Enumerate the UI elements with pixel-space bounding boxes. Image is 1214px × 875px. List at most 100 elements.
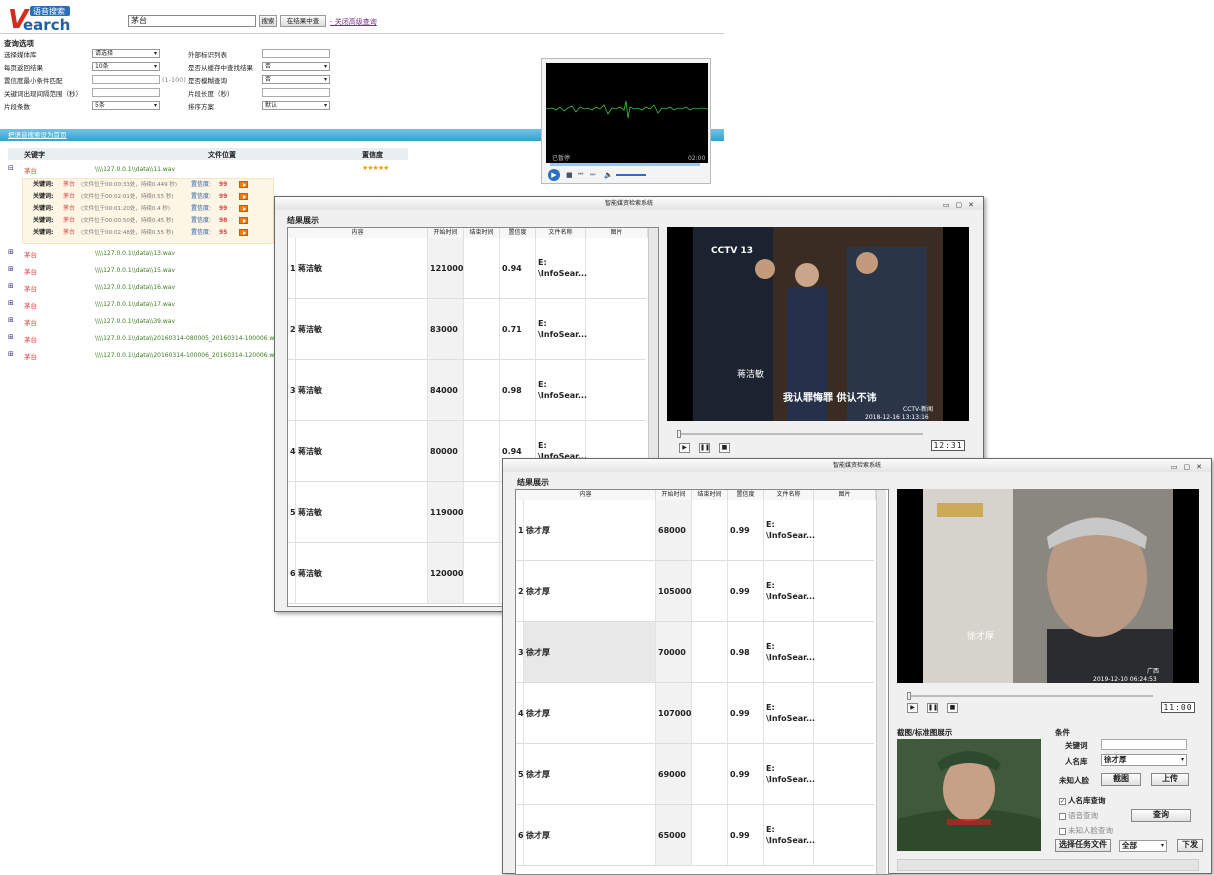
row-thumbnail[interactable] bbox=[815, 563, 873, 620]
row-content[interactable]: 蒋洁敏 bbox=[296, 360, 428, 420]
play-hit-icon[interactable] bbox=[239, 229, 248, 236]
play-icon[interactable]: ▶ bbox=[907, 703, 918, 713]
result-path[interactable]: \\\\127.0.0.1\\data\\16.wav bbox=[95, 284, 175, 291]
result-path[interactable]: \\\\127.0.0.1\\data\\20160314-080005_201… bbox=[95, 335, 278, 342]
result-keyword[interactable]: 茅台 bbox=[24, 334, 37, 344]
row-content[interactable]: 徐才厚 bbox=[524, 805, 656, 865]
row-content[interactable]: 徐才厚 bbox=[524, 500, 656, 560]
table-row[interactable]: 4 徐才厚 107000 0.99 E: \InfoSear... bbox=[516, 683, 874, 744]
table-row[interactable]: 5 徐才厚 69000 0.99 E: \InfoSear... bbox=[516, 744, 874, 805]
screenshot-button[interactable]: 截图 bbox=[1101, 773, 1141, 786]
volume-slider[interactable] bbox=[616, 174, 646, 176]
result-keyword[interactable]: 茅台 bbox=[24, 249, 37, 259]
hit-keyword[interactable]: 茅台 bbox=[63, 191, 75, 203]
result-path[interactable]: \\\\127.0.0.1\\data\\15.wav bbox=[95, 267, 175, 274]
upload-button[interactable]: 上传 bbox=[1151, 773, 1189, 786]
play-hit-icon[interactable] bbox=[239, 217, 248, 224]
prev-icon[interactable]: ⏮ bbox=[578, 171, 583, 179]
fuzzy-select[interactable]: 否 bbox=[262, 75, 330, 84]
col-start-time[interactable]: 开始时间 bbox=[428, 228, 464, 238]
audio-seek-bar[interactable] bbox=[550, 163, 700, 166]
result-keyword[interactable]: 茅台 bbox=[24, 283, 37, 293]
table-row[interactable]: 1 徐才厚 68000 0.99 E: \InfoSear... bbox=[516, 500, 874, 561]
col-content[interactable]: 内容 bbox=[516, 490, 656, 500]
col-content[interactable]: 内容 bbox=[288, 228, 428, 238]
row-content[interactable]: 蒋洁敏 bbox=[296, 299, 428, 359]
scope-select[interactable]: 全部 bbox=[1119, 840, 1167, 852]
collapse-icon[interactable]: ⊟ bbox=[8, 164, 14, 172]
close-advanced-search-link[interactable]: - 关闭高级查询 bbox=[330, 17, 377, 27]
expand-icon[interactable]: ⊞ bbox=[8, 333, 14, 341]
play-hit-icon[interactable] bbox=[239, 181, 248, 188]
row-thumbnail[interactable] bbox=[815, 502, 873, 559]
pause-icon[interactable]: ❚❚ bbox=[699, 443, 710, 453]
unknown-face-query-checkbox[interactable] bbox=[1059, 827, 1066, 835]
search-input[interactable]: 茅台 bbox=[128, 15, 256, 27]
volume-icon[interactable]: 🔈 bbox=[604, 171, 613, 179]
col-file-name[interactable]: 文件名称 bbox=[764, 490, 814, 500]
segment-length-input[interactable] bbox=[262, 88, 330, 97]
row-thumbnail[interactable] bbox=[815, 807, 873, 864]
query-button[interactable]: 查询 bbox=[1131, 809, 1191, 822]
col-image[interactable]: 图片 bbox=[586, 228, 648, 238]
interval-input[interactable] bbox=[92, 88, 160, 97]
table-row[interactable]: 2 蒋洁敏 83000 0.71 E: \InfoSear... bbox=[288, 299, 646, 360]
min-confidence-input[interactable] bbox=[92, 75, 160, 84]
table-scrollbar[interactable] bbox=[876, 490, 886, 874]
table-row[interactable]: 3 蒋洁敏 84000 0.98 E: \InfoSear... bbox=[288, 360, 646, 421]
row-thumbnail[interactable] bbox=[815, 624, 873, 681]
row-thumbnail[interactable] bbox=[815, 746, 873, 803]
col-file-name[interactable]: 文件名称 bbox=[536, 228, 586, 238]
stop-icon[interactable]: ■ bbox=[566, 171, 573, 179]
media-lib-select[interactable]: 请选择 bbox=[92, 49, 160, 58]
keyword-input[interactable] bbox=[1101, 739, 1187, 750]
col-image[interactable]: 图片 bbox=[814, 490, 876, 500]
row-content[interactable]: 徐才厚 bbox=[524, 622, 656, 682]
row-thumbnail[interactable] bbox=[587, 240, 645, 297]
result-keyword[interactable]: 茅台 bbox=[24, 351, 37, 361]
play-hit-icon[interactable] bbox=[239, 205, 248, 212]
table-row[interactable]: 3 徐才厚 70000 0.98 E: \InfoSear... bbox=[516, 622, 874, 683]
play-icon[interactable]: ▶ bbox=[548, 169, 560, 181]
search-in-results-button[interactable]: 在结果中查 bbox=[280, 15, 326, 27]
sort-select[interactable]: 默认 bbox=[262, 101, 330, 110]
expand-icon[interactable]: ⊞ bbox=[8, 265, 14, 273]
pause-icon[interactable]: ❚❚ bbox=[927, 703, 938, 713]
col-end-time[interactable]: 结束时间 bbox=[692, 490, 728, 500]
table-row[interactable]: 1 蒋洁敏 121000 0.94 E: \InfoSear... bbox=[288, 238, 646, 299]
window2-seek-bar[interactable] bbox=[909, 695, 1153, 697]
row-content[interactable]: 徐才厚 bbox=[524, 683, 656, 743]
hit-keyword[interactable]: 茅台 bbox=[63, 203, 75, 215]
result-keyword[interactable]: 茅台 bbox=[24, 165, 37, 175]
table-row[interactable]: 6 徐才厚 65000 0.99 E: \InfoSear... bbox=[516, 805, 874, 866]
result-keyword[interactable]: 茅台 bbox=[24, 317, 37, 327]
col-end-time[interactable]: 结束时间 bbox=[464, 228, 500, 238]
expand-icon[interactable]: ⊞ bbox=[8, 248, 14, 256]
segments-select[interactable]: 5条 bbox=[92, 101, 160, 110]
expand-icon[interactable]: ⊞ bbox=[8, 350, 14, 358]
row-content[interactable]: 徐才厚 bbox=[524, 744, 656, 804]
next-icon[interactable]: ⏭ bbox=[590, 171, 595, 179]
result-keyword[interactable]: 茅台 bbox=[24, 266, 37, 276]
hit-keyword[interactable]: 茅台 bbox=[63, 179, 75, 191]
window1-seek-bar[interactable] bbox=[679, 433, 923, 435]
page-size-select[interactable]: 10条 bbox=[92, 62, 160, 71]
row-thumbnail[interactable] bbox=[587, 301, 645, 358]
window1-controls[interactable]: ▭▢✕ bbox=[943, 199, 980, 212]
window2-seek-handle[interactable] bbox=[907, 692, 911, 700]
hit-keyword[interactable]: 茅台 bbox=[63, 227, 75, 239]
window1-seek-handle[interactable] bbox=[677, 430, 681, 438]
search-button[interactable]: 搜索 bbox=[259, 15, 277, 27]
stop-icon[interactable]: ■ bbox=[947, 703, 958, 713]
row-thumbnail[interactable] bbox=[815, 685, 873, 742]
table-row[interactable]: 2 徐才厚 105000 0.99 E: \InfoSear... bbox=[516, 561, 874, 622]
expand-icon[interactable]: ⊞ bbox=[8, 316, 14, 324]
result-path[interactable]: \\\\127.0.0.1\\data\\20160314-100006_201… bbox=[95, 352, 278, 359]
row-thumbnail[interactable] bbox=[587, 362, 645, 419]
row-content[interactable]: 徐才厚 bbox=[524, 561, 656, 621]
row-content[interactable]: 蒋洁敏 bbox=[296, 238, 428, 298]
chk-voice-row[interactable]: 语音查询 bbox=[1059, 810, 1098, 821]
result-path[interactable]: \\\\127.0.0.1\\data\\13.wav bbox=[95, 250, 175, 257]
row-content[interactable]: 蒋洁敏 bbox=[296, 543, 428, 603]
hit-keyword[interactable]: 茅台 bbox=[63, 215, 75, 227]
